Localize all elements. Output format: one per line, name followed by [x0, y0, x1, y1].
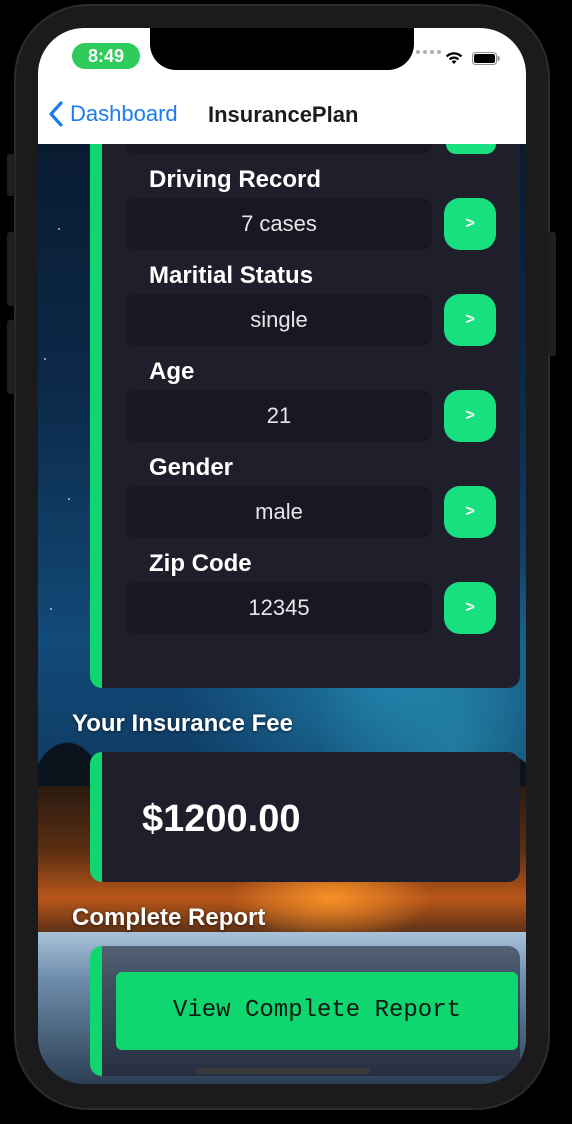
volume-down-button — [7, 320, 15, 394]
driving-record-button[interactable]: > — [444, 198, 496, 250]
volume-up-button — [7, 232, 15, 306]
view-complete-report-button[interactable]: View Complete Report — [116, 972, 518, 1050]
back-button[interactable]: Dashboard — [48, 100, 178, 128]
zip-code-button[interactable]: > — [444, 582, 496, 634]
wifi-icon — [445, 52, 463, 64]
marital-status-button[interactable]: > — [444, 294, 496, 346]
zip-code-value: 12345 — [126, 582, 432, 634]
home-indicator — [196, 1068, 370, 1074]
complete-report-title: Complete Report — [72, 904, 266, 931]
driving-record-label: Driving Record — [149, 166, 322, 193]
signal-icon — [416, 50, 441, 54]
back-button-label: Dashboard — [70, 101, 178, 126]
go-button-partial[interactable] — [446, 144, 496, 154]
insurance-fee-amount: $1200.00 — [142, 798, 301, 840]
age-value: 21 — [126, 390, 432, 442]
marital-status-value: single — [126, 294, 432, 346]
age-label: Age — [149, 358, 195, 385]
status-time: 8:49 — [72, 43, 140, 69]
power-button — [548, 232, 556, 356]
mute-switch — [7, 154, 15, 196]
notch — [150, 28, 414, 70]
gender-button[interactable]: > — [444, 486, 496, 538]
screen: Driving Record 7 cases > Maritial Status… — [38, 28, 526, 1084]
gender-label: Gender — [149, 454, 234, 481]
field-box-partial — [126, 144, 432, 154]
page-title: InsurancePlan — [208, 102, 359, 127]
insurance-fee-title: Your Insurance Fee — [72, 710, 293, 737]
chevron-left-icon — [49, 101, 63, 127]
age-button[interactable]: > — [444, 390, 496, 442]
navigation-bar: 8:49 Dashboard InsurancePlan — [38, 28, 526, 144]
battery-icon — [472, 52, 500, 65]
zip-code-label: Zip Code — [149, 550, 252, 577]
driving-record-value: 7 cases — [126, 198, 432, 250]
gender-value: male — [126, 486, 432, 538]
marital-status-label: Maritial Status — [149, 262, 314, 289]
